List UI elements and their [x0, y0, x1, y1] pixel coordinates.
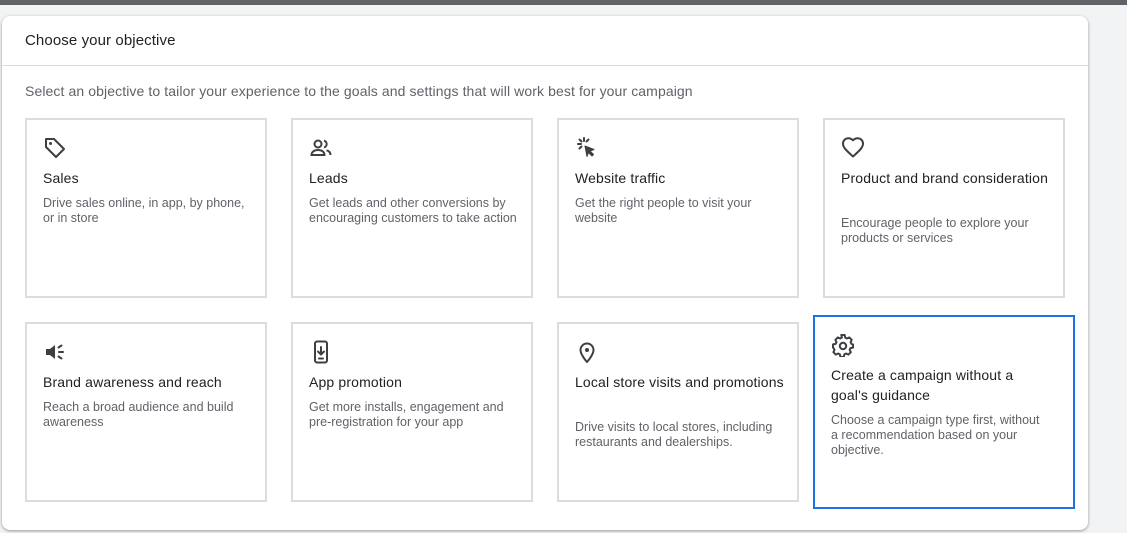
objective-description: Get leads and other conversions by encou… [309, 196, 517, 225]
click-cursor-icon [575, 136, 599, 160]
objective-card-no-guidance[interactable]: Create a campaign without a goal's guida… [813, 315, 1075, 509]
objective-description: Choose a campaign type first, without a … [831, 413, 1040, 457]
gear-icon [831, 333, 855, 357]
tag-icon [43, 136, 67, 160]
objective-title: Website traffic [575, 170, 666, 186]
objective-title: Sales [43, 170, 79, 186]
panel-subtitle: Select an objective to tailor your exper… [25, 83, 693, 99]
heart-icon [841, 136, 865, 160]
megaphone-icon [43, 340, 67, 364]
objective-description: Reach a broad audience and build awarene… [43, 400, 234, 429]
objective-card-brand-awareness[interactable]: Brand awareness and reach Reach a broad … [25, 322, 267, 502]
objective-title: Brand awareness and reach [43, 374, 222, 390]
objective-panel: Choose your objective Select an objectiv… [2, 16, 1088, 530]
objective-description: Encourage people to explore your product… [841, 216, 1029, 245]
objective-card-website-traffic[interactable]: Website traffic Get the right people to … [557, 118, 799, 298]
objective-title: Local store visits and promotions [575, 374, 784, 390]
panel-title: Choose your objective [25, 32, 176, 49]
objective-description: Get more installs, engagement and pre-re… [309, 400, 504, 429]
objective-title: App promotion [309, 374, 403, 390]
divider [2, 65, 1088, 66]
objective-title: Create a campaign without a goal's guida… [831, 367, 1014, 403]
phone-download-icon [309, 340, 333, 364]
objective-title: Product and brand consideration [841, 170, 1049, 186]
objective-card-sales[interactable]: Sales Drive sales online, in app, by pho… [25, 118, 267, 298]
top-bar [0, 0, 1127, 5]
objective-description: Get the right people to visit your websi… [575, 196, 752, 225]
objective-card-product-brand[interactable]: Product and brand consideration Encourag… [823, 118, 1065, 298]
objective-card-local-store[interactable]: Local store visits and promotions Drive … [557, 322, 799, 502]
people-icon [309, 136, 333, 160]
objective-description: Drive visits to local stores, including … [575, 420, 773, 449]
objective-title: Leads [309, 170, 348, 186]
location-pin-icon [575, 340, 599, 364]
objective-card-leads[interactable]: Leads Get leads and other conversions by… [291, 118, 533, 298]
objective-card-app-promotion[interactable]: App promotion Get more installs, engagem… [291, 322, 533, 502]
objective-description: Drive sales online, in app, by phone, or… [43, 196, 245, 225]
